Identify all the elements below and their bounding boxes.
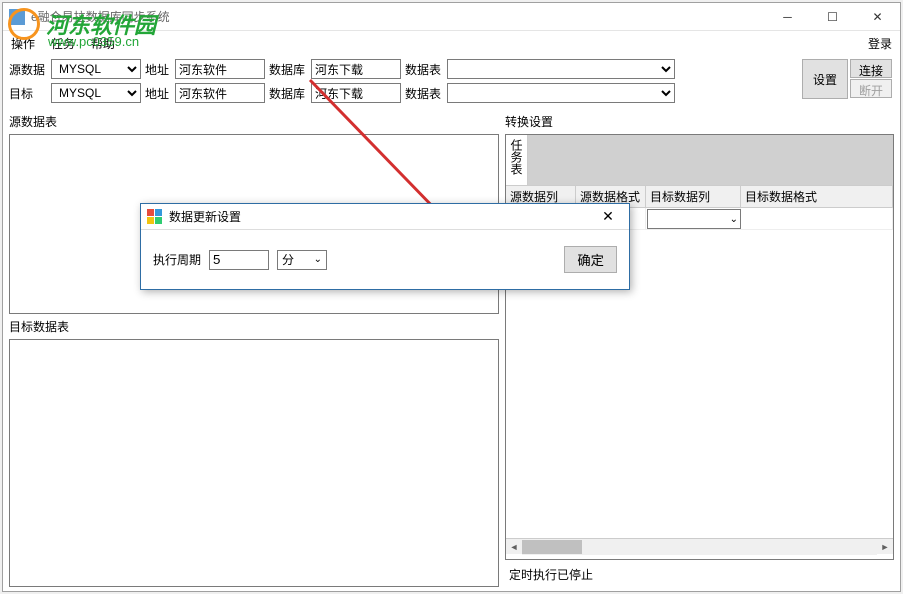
- source-table-panel-label: 源数据表: [9, 111, 499, 132]
- menu-task[interactable]: 任务: [51, 35, 75, 52]
- target-db-input[interactable]: [311, 83, 401, 103]
- target-db-label: 数据库: [269, 85, 307, 102]
- target-table-panel: [9, 339, 499, 587]
- convert-settings-label: 转换设置: [505, 111, 894, 132]
- content-area: 源数据表 目标数据表 转换设置 任务表 源数据列 源数据格式 目标数据列 目标数…: [3, 107, 900, 591]
- target-table-combo[interactable]: [447, 83, 675, 103]
- task-list-label: 任务表: [506, 135, 528, 185]
- dialog-ok-button[interactable]: 确定: [564, 246, 617, 273]
- source-table-combo[interactable]: [447, 59, 675, 79]
- menubar: 操作 任务 帮助 登录: [3, 31, 900, 55]
- target-label: 目标: [9, 85, 47, 102]
- target-col-combo[interactable]: ⌄: [647, 209, 741, 229]
- target-addr-label: 地址: [145, 85, 171, 102]
- main-window: e融合易拉数据库同步系统 ─ ☐ ✕ 操作 任务 帮助 登录 源数据 MYSQL…: [2, 2, 901, 592]
- target-table-panel-label: 目标数据表: [9, 316, 499, 337]
- app-icon: [9, 9, 25, 25]
- convert-panel: 任务表 源数据列 源数据格式 目标数据列 目标数据格式: [505, 134, 894, 560]
- source-table-label: 数据表: [405, 61, 443, 78]
- target-addr-input[interactable]: [175, 83, 265, 103]
- status-text: 定时执行已停止: [505, 562, 894, 587]
- target-type-combo[interactable]: MYSQL: [51, 83, 141, 103]
- period-label: 执行周期: [153, 251, 201, 268]
- dialog-title: 数据更新设置: [169, 208, 593, 225]
- minimize-button[interactable]: ─: [765, 3, 810, 31]
- disconnect-button[interactable]: 断开: [850, 79, 892, 98]
- source-addr-label: 地址: [145, 61, 171, 78]
- task-list-content: [528, 135, 893, 185]
- source-db-input[interactable]: [311, 59, 401, 79]
- toolbar: 源数据 MYSQL 地址 数据库 数据表 目标 MYSQL 地址 数据库 数据表: [3, 55, 900, 107]
- titlebar: e融合易拉数据库同步系统 ─ ☐ ✕: [3, 3, 900, 31]
- horizontal-scrollbar[interactable]: ◄ ►: [506, 538, 893, 554]
- dialog-icon: [147, 209, 163, 225]
- scroll-right-icon[interactable]: ►: [877, 539, 893, 555]
- scroll-left-icon[interactable]: ◄: [506, 539, 522, 555]
- grid-header-tgt-fmt: 目标数据格式: [741, 186, 893, 207]
- target-table-label: 数据表: [405, 85, 443, 102]
- source-row: 源数据 MYSQL 地址 数据库 数据表: [9, 59, 894, 79]
- target-row: 目标 MYSQL 地址 数据库 数据表: [9, 83, 894, 103]
- maximize-button[interactable]: ☐: [810, 3, 855, 31]
- chevron-down-icon: ⌄: [730, 214, 738, 225]
- update-settings-dialog: 数据更新设置 ✕ 执行周期 分 ⌄ 确定: [140, 203, 630, 290]
- connect-button[interactable]: 连接: [850, 59, 892, 78]
- settings-button[interactable]: 设置: [802, 59, 848, 99]
- period-input[interactable]: [209, 250, 269, 270]
- source-addr-input[interactable]: [175, 59, 265, 79]
- window-title: e融合易拉数据库同步系统: [31, 8, 765, 25]
- chevron-down-icon: ⌄: [314, 254, 322, 265]
- menu-help[interactable]: 帮助: [91, 35, 115, 52]
- grid-header-tgt-col: 目标数据列: [646, 186, 741, 207]
- source-type-combo[interactable]: MYSQL: [51, 59, 141, 79]
- menu-operate[interactable]: 操作: [11, 35, 35, 52]
- menu-login[interactable]: 登录: [868, 35, 892, 52]
- dialog-close-button[interactable]: ✕: [593, 208, 623, 225]
- scroll-thumb[interactable]: [522, 540, 582, 554]
- source-label: 源数据: [9, 61, 47, 78]
- dialog-titlebar: 数据更新设置 ✕: [141, 204, 629, 230]
- close-button[interactable]: ✕: [855, 3, 900, 31]
- period-unit-combo[interactable]: 分 ⌄: [277, 250, 327, 270]
- source-db-label: 数据库: [269, 61, 307, 78]
